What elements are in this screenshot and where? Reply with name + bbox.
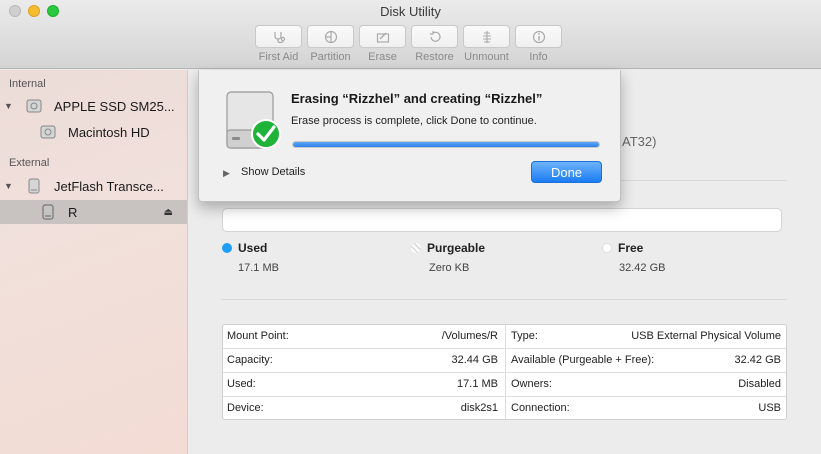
progress-bar (292, 141, 600, 148)
info-icon (532, 30, 545, 43)
sidebar-item-label: APPLE SSD SM25... (54, 98, 175, 114)
legend-purgeable: Purgeable (411, 241, 485, 255)
disclosure-triangle-icon[interactable]: ▶ (223, 168, 230, 179)
sidebar-item-label: JetFlash Transce... (54, 178, 164, 194)
info-value: Disabled (738, 378, 781, 390)
info-value: USB External Physical Volume (631, 330, 781, 342)
info-key: Mount Point: (227, 330, 289, 342)
title-bar: Disk Utility First Aid Partition Erase R… (0, 0, 821, 69)
free-value: 32.42 GB (619, 262, 666, 274)
unmount-label: Unmount (464, 51, 509, 63)
legend-free-label: Free (618, 241, 644, 255)
stethoscope-icon (273, 31, 285, 43)
legend-used-label: Used (238, 241, 268, 255)
volume-format-text: AT32) (622, 134, 657, 149)
info-label: Info (529, 51, 548, 63)
restore-label: Restore (415, 51, 454, 63)
info-value: 32.42 GB (734, 354, 781, 366)
table-row: Used: 17.1 MB Owners: Disabled (223, 373, 786, 397)
restore-button[interactable]: Restore (411, 25, 458, 63)
disclosure-triangle-icon[interactable]: ▼ (4, 181, 13, 191)
table-row: Mount Point: /Volumes/R Type: USB Extern… (223, 325, 786, 349)
used-value: 17.1 MB (238, 262, 279, 274)
sidebar-header-external: External (9, 157, 50, 169)
used-dot-icon (222, 243, 232, 253)
dialog-message: Erase process is complete, click Done to… (291, 115, 537, 127)
partition-label: Partition (310, 51, 351, 63)
first-aid-button[interactable]: First Aid (255, 25, 302, 63)
info-key: Used: (227, 378, 256, 390)
info-value: 17.1 MB (457, 378, 498, 390)
table-row: Device: disk2s1 Connection: USB (223, 397, 786, 421)
purgeable-dot-icon (411, 243, 421, 253)
info-key: Capacity: (227, 354, 273, 366)
internal-disk-icon (26, 99, 42, 113)
table-row: Capacity: 32.44 GB Available (Purgeable … (223, 349, 786, 373)
first-aid-label: First Aid (258, 51, 299, 63)
sidebar-item-jetflash[interactable]: ▼ JetFlash Transce... (0, 174, 187, 198)
purgeable-value: Zero KB (429, 262, 470, 274)
legend-used: Used (222, 241, 267, 255)
info-table: Mount Point: /Volumes/R Type: USB Extern… (222, 324, 787, 420)
info-value: /Volumes/R (441, 330, 498, 342)
external-disk-icon (28, 178, 40, 194)
volume-icon (40, 125, 56, 139)
info-key: Available (Purgeable + Free): (511, 354, 655, 366)
legend-purgeable-label: Purgeable (427, 241, 486, 255)
show-details-toggle[interactable]: Show Details (241, 166, 305, 178)
partition-button[interactable]: Partition (307, 25, 354, 63)
disclosure-triangle-icon[interactable]: ▼ (4, 101, 13, 111)
erase-button[interactable]: Erase (359, 25, 406, 63)
info-key: Type: (511, 330, 538, 342)
done-button[interactable]: Done (531, 161, 602, 183)
unmount-button[interactable]: Unmount (463, 25, 510, 63)
erase-dialog: Erasing “Rizzhel” and creating “Rizzhel”… (198, 70, 621, 202)
progress-fill (293, 142, 599, 147)
info-button[interactable]: Info (515, 25, 562, 63)
window-title: Disk Utility (380, 4, 441, 19)
info-key: Device: (227, 402, 264, 414)
disk-complete-icon (226, 91, 281, 149)
info-key: Connection: (511, 402, 570, 414)
sidebar-header-internal: Internal (9, 78, 46, 90)
toolbar: First Aid Partition Erase Restore Unmoun… (255, 25, 562, 63)
sidebar-item-label: Macintosh HD (68, 124, 150, 140)
erase-icon (376, 32, 389, 43)
sidebar: Internal ▼ APPLE SSD SM25... Macintosh H… (0, 70, 188, 454)
usage-bar (222, 208, 782, 232)
eject-icon[interactable]: ⏏ (164, 207, 173, 218)
sidebar-item-r[interactable]: R ⏏ (0, 200, 187, 224)
external-volume-icon (42, 204, 54, 220)
legend-free: Free (602, 241, 643, 255)
partition-icon (324, 30, 337, 43)
unmount-icon (482, 30, 491, 43)
erase-label: Erase (368, 51, 397, 63)
info-value: 32.44 GB (451, 354, 498, 366)
sidebar-item-apple-ssd[interactable]: ▼ APPLE SSD SM25... (0, 94, 187, 118)
info-value: disk2s1 (460, 402, 498, 414)
sidebar-item-macintosh-hd[interactable]: Macintosh HD (0, 120, 187, 144)
restore-icon (429, 30, 441, 42)
sidebar-item-label: R (68, 204, 78, 220)
info-key: Owners: (511, 378, 552, 390)
divider (221, 299, 787, 300)
free-dot-icon (602, 243, 612, 253)
info-value: USB (758, 402, 781, 414)
dialog-title: Erasing “Rizzhel” and creating “Rizzhel” (291, 91, 543, 106)
